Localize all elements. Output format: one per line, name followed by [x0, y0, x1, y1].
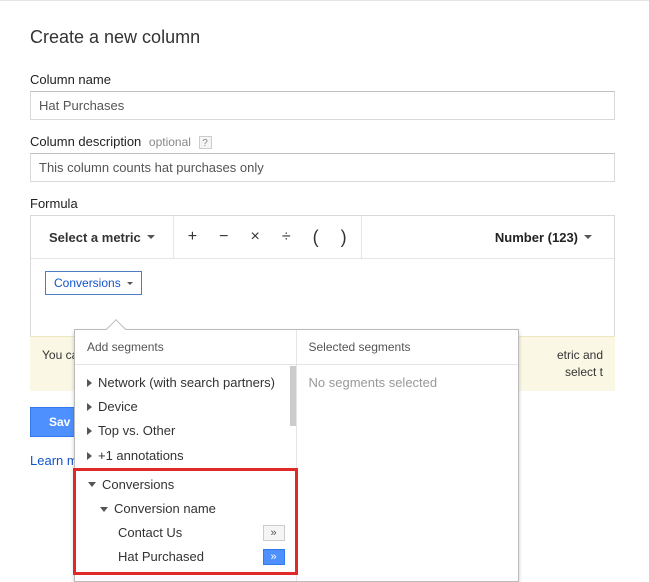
format-dropdown[interactable]: Number (123) [473, 216, 614, 258]
tree-item-label: Network (with search partners) [98, 374, 286, 392]
op-rparen[interactable]: ) [341, 228, 347, 246]
tree-item-label: Device [98, 398, 286, 416]
column-desc-label: Column description optional ? [30, 134, 619, 149]
column-name-label: Column name [30, 72, 619, 87]
format-label: Number (123) [495, 230, 578, 245]
tree-item-hat-purchased[interactable]: Hat Purchased » [76, 545, 295, 569]
segments-popover: Add segments Network (with search partne… [74, 329, 519, 582]
column-name-input[interactable] [30, 91, 615, 120]
operator-group: + − × ÷ ( ) [174, 216, 361, 258]
column-desc-label-text: Column description [30, 134, 141, 149]
chevron-down-icon [127, 282, 133, 285]
tree-item-label: Contact Us [118, 524, 259, 542]
tree-item-conversions[interactable]: Conversions [76, 473, 295, 497]
add-segment-button[interactable]: » [263, 549, 285, 565]
tree-item-label: Hat Purchased [118, 548, 259, 566]
tree-item-conversion-name[interactable]: Conversion name [76, 497, 295, 521]
formula-label: Formula [30, 196, 619, 211]
metric-chip-label: Conversions [54, 276, 121, 290]
column-desc-field: Column description optional ? [30, 134, 619, 182]
op-plus[interactable]: + [188, 229, 197, 245]
chevron-right-icon [87, 403, 92, 411]
op-minus[interactable]: − [219, 229, 228, 245]
help-icon[interactable]: ? [199, 136, 212, 149]
chevron-right-icon [87, 427, 92, 435]
column-name-field: Column name [30, 72, 619, 120]
formula-toolbar: Select a metric + − × ÷ ( ) Number (123) [31, 216, 614, 259]
tree-item-label: Top vs. Other [98, 422, 286, 440]
tree-item-plus1[interactable]: +1 annotations [75, 444, 296, 468]
chevron-down-icon [88, 482, 96, 487]
selected-segments-header: Selected segments [297, 330, 519, 365]
selected-empty-text: No segments selected [297, 365, 519, 400]
op-mult[interactable]: × [250, 229, 259, 245]
tree-item-label: Conversions [102, 476, 285, 494]
tree-item-contact-us[interactable]: Contact Us » [76, 521, 295, 545]
tree-item-top-other[interactable]: Top vs. Other [75, 419, 296, 443]
hint-left: You ca [42, 348, 78, 362]
hint-right: etric and select t [557, 347, 603, 381]
chevron-down-icon [584, 235, 592, 239]
annotation-highlight: Conversions Conversion name Contact Us »… [73, 468, 298, 575]
tree-item-label: +1 annotations [98, 447, 286, 465]
chevron-right-icon [87, 379, 92, 387]
tree-item-device[interactable]: Device [75, 395, 296, 419]
chevron-down-icon [100, 507, 108, 512]
chevron-right-icon [87, 452, 92, 460]
add-segments-header: Add segments [75, 330, 296, 365]
metric-chip-conversions[interactable]: Conversions [45, 271, 142, 295]
select-metric-label: Select a metric [49, 230, 141, 245]
column-desc-input[interactable] [30, 153, 615, 182]
page-title: Create a new column [30, 27, 619, 48]
add-segments-col: Add segments Network (with search partne… [75, 330, 297, 581]
segment-tree: Network (with search partners) Device To… [75, 365, 296, 581]
op-div[interactable]: ÷ [282, 229, 291, 245]
tree-item-network[interactable]: Network (with search partners) [75, 371, 296, 395]
select-metric-dropdown[interactable]: Select a metric [31, 216, 173, 258]
tree-item-label: Conversion name [114, 500, 285, 518]
selected-segments-col: Selected segments No segments selected [297, 330, 519, 581]
op-lparen[interactable]: ( [313, 228, 319, 246]
chevron-down-icon [147, 235, 155, 239]
optional-text: optional [149, 135, 191, 149]
scrollbar-thumb[interactable] [290, 366, 296, 426]
